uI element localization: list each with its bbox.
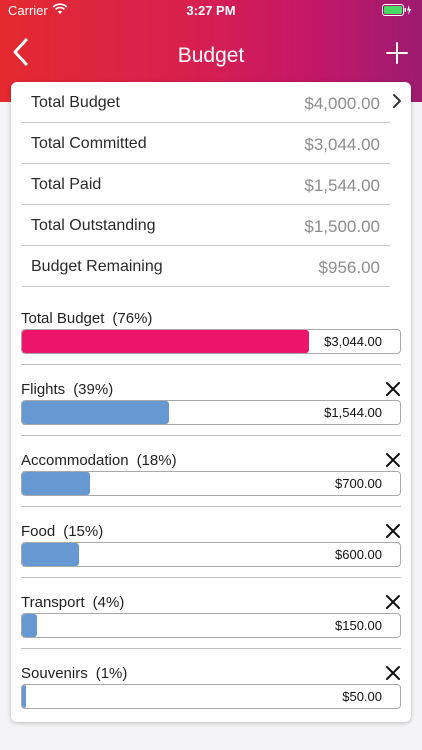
total-budget-section: Total Budget (76%) $3,044.00 bbox=[21, 310, 401, 382]
category-accommodation[interactable]: Accommodation (18%) $700.00 bbox=[21, 452, 401, 524]
divider bbox=[21, 364, 401, 365]
budget-card: Total Budget $4,000.00 Total Committed $… bbox=[11, 82, 411, 722]
category-flights[interactable]: Flights (39%) $1,544.00 bbox=[21, 381, 401, 453]
summary-label: Budget Remaining bbox=[31, 258, 163, 275]
summary-row-budget-remaining: Budget Remaining $956.00 bbox=[22, 246, 390, 287]
category-amount: $600.00 bbox=[335, 547, 382, 562]
close-icon[interactable] bbox=[385, 523, 401, 539]
status-bar: Carrier 3:27 PM bbox=[0, 0, 422, 22]
category-bar-fill bbox=[22, 685, 26, 708]
chevron-right-icon[interactable] bbox=[391, 92, 403, 110]
category-bar: $600.00 bbox=[21, 542, 401, 567]
category-bar-fill bbox=[22, 401, 170, 424]
page-title: Budget bbox=[177, 44, 245, 67]
total-budget-bar: $3,044.00 bbox=[21, 329, 401, 354]
close-icon[interactable] bbox=[385, 594, 401, 610]
status-time: 3:27 PM bbox=[186, 3, 236, 18]
summary-value: $3,044.00 bbox=[304, 135, 380, 154]
category-bar: $150.00 bbox=[21, 613, 401, 638]
category-bar: $700.00 bbox=[21, 471, 401, 496]
total-budget-amount: $3,044.00 bbox=[324, 334, 382, 349]
category-bar-fill bbox=[22, 472, 91, 495]
total-budget-label: Total Budget (76%) bbox=[21, 310, 153, 327]
category-bar-fill bbox=[22, 614, 38, 637]
category-label: Transport (4%) bbox=[21, 594, 125, 611]
summary-value: $1,544.00 bbox=[304, 176, 380, 195]
summary-value: $1,500.00 bbox=[304, 217, 380, 236]
divider bbox=[21, 435, 401, 436]
summary-label: Total Paid bbox=[31, 176, 102, 193]
divider bbox=[21, 506, 401, 507]
total-budget-bar-fill bbox=[22, 330, 310, 353]
category-amount: $50.00 bbox=[342, 689, 382, 704]
summary-row-total-budget[interactable]: Total Budget $4,000.00 bbox=[22, 82, 390, 123]
category-label: Flights (39%) bbox=[21, 381, 114, 398]
summary-row-total-outstanding: Total Outstanding $1,500.00 bbox=[22, 205, 390, 246]
plus-icon[interactable] bbox=[386, 42, 408, 64]
summary-value: $956.00 bbox=[318, 258, 380, 277]
summary-value: $4,000.00 bbox=[304, 94, 380, 113]
summary-row-total-paid: Total Paid $1,544.00 bbox=[22, 164, 390, 205]
nav-bar: Budget bbox=[0, 22, 422, 82]
summary-label: Total Outstanding bbox=[31, 217, 156, 234]
category-souvenirs[interactable]: Souvenirs (1%) $50.00 bbox=[21, 665, 401, 737]
category-amount: $700.00 bbox=[335, 476, 382, 491]
category-bar: $1,544.00 bbox=[21, 400, 401, 425]
summary-label: Total Committed bbox=[31, 135, 147, 152]
category-amount: $1,544.00 bbox=[324, 405, 382, 420]
divider bbox=[21, 577, 401, 578]
summary-row-total-committed: Total Committed $3,044.00 bbox=[22, 123, 390, 164]
battery-icon bbox=[382, 4, 412, 19]
category-amount: $150.00 bbox=[335, 618, 382, 633]
close-icon[interactable] bbox=[385, 381, 401, 397]
summary-label: Total Budget bbox=[31, 94, 120, 111]
category-transport[interactable]: Transport (4%) $150.00 bbox=[21, 594, 401, 666]
close-icon[interactable] bbox=[385, 665, 401, 681]
category-label: Food (15%) bbox=[21, 523, 104, 540]
category-bar-fill bbox=[22, 543, 79, 566]
category-label: Souvenirs (1%) bbox=[21, 665, 128, 682]
category-label: Accommodation (18%) bbox=[21, 452, 177, 469]
divider bbox=[21, 648, 401, 649]
category-food[interactable]: Food (15%) $600.00 bbox=[21, 523, 401, 595]
category-bar: $50.00 bbox=[21, 684, 401, 709]
close-icon[interactable] bbox=[385, 452, 401, 468]
